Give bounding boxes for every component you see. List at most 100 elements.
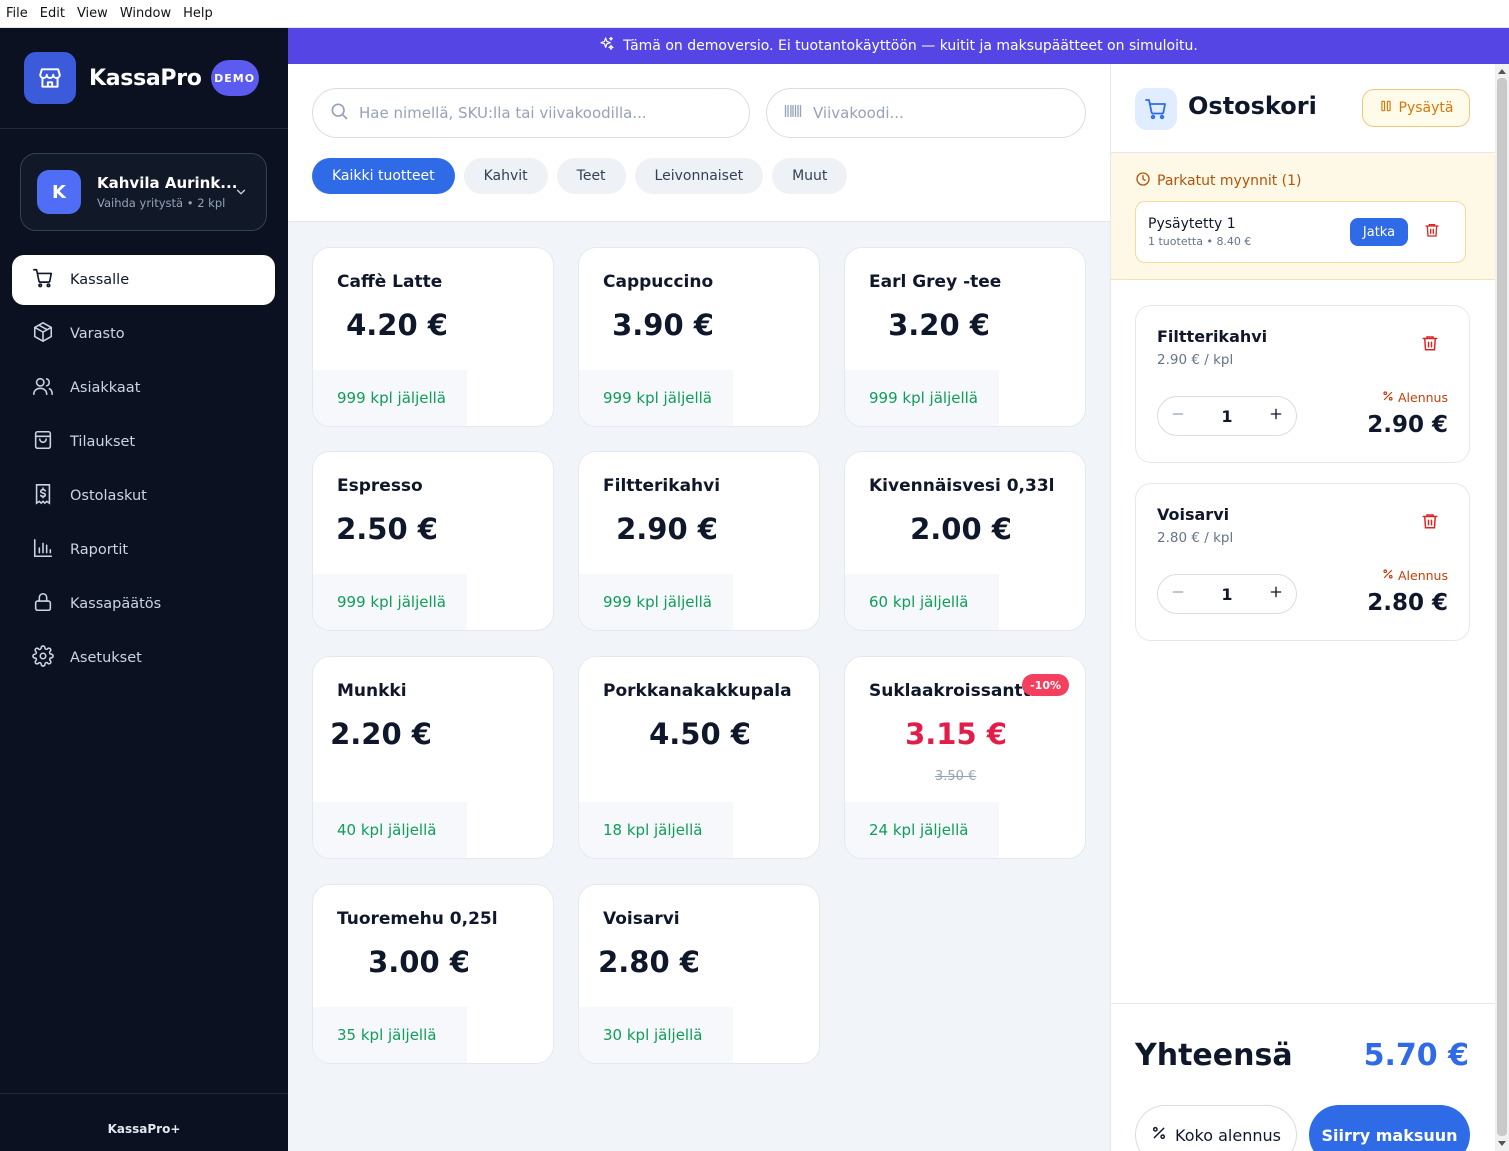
product-name: Munkki bbox=[337, 681, 407, 701]
product-card[interactable]: Tuoremehu 0,25l 3.00 € 35 kpl jäljellä bbox=[312, 884, 554, 1064]
sidebar-item-label: Ostolaskut bbox=[70, 488, 147, 504]
sidebar-item-asetukset[interactable]: Asetukset bbox=[12, 633, 275, 683]
product-stock: 35 kpl jäljellä bbox=[313, 1007, 467, 1063]
cart-icon bbox=[1135, 88, 1177, 130]
menu-help[interactable]: Help bbox=[183, 6, 213, 21]
sidebar-item-raportit[interactable]: Raportit bbox=[12, 525, 275, 575]
total-label: Yhteensä bbox=[1135, 1038, 1293, 1073]
sparkles-icon bbox=[599, 36, 623, 56]
parked-title-text: Parkatut myynnit (1) bbox=[1157, 173, 1302, 189]
product-name: Suklaakroissantti bbox=[869, 681, 1037, 701]
product-price: 2.90 € bbox=[616, 512, 718, 546]
barcode-icon bbox=[783, 101, 803, 125]
pause-label: Pysäytä bbox=[1398, 100, 1454, 116]
product-stock: 60 kpl jäljellä bbox=[845, 574, 999, 630]
barcode-box[interactable] bbox=[766, 88, 1086, 138]
category-kahvit[interactable]: Kahvit bbox=[463, 158, 548, 194]
scrollbar[interactable] bbox=[1495, 64, 1509, 1151]
product-card[interactable]: Munkki 2.20 € 40 kpl jäljellä bbox=[312, 656, 554, 859]
menu-view[interactable]: View bbox=[77, 6, 108, 21]
resume-button[interactable]: Jatka bbox=[1350, 218, 1408, 246]
category-teet[interactable]: Teet bbox=[556, 158, 626, 194]
banner-text: Tämä on demoversio. Ei tuotantokäyttöön … bbox=[623, 38, 1198, 54]
chevron-down-icon bbox=[234, 184, 248, 203]
trash-icon[interactable] bbox=[1421, 334, 1439, 356]
sidebar-item-kassapaatos[interactable]: Kassapäätös bbox=[12, 579, 275, 629]
minus-icon[interactable] bbox=[1170, 584, 1186, 604]
product-name: Espresso bbox=[337, 476, 423, 496]
sidebar-item-label: Kassapäätös bbox=[70, 596, 162, 612]
product-card[interactable]: Voisarvi 2.80 € 30 kpl jäljellä bbox=[578, 884, 820, 1064]
plus-icon[interactable] bbox=[1268, 406, 1284, 426]
cart-panel: Ostoskori Pysäytä Parkatut myynnit (1) P… bbox=[1110, 64, 1496, 1151]
category-muut[interactable]: Muut bbox=[772, 158, 848, 194]
trash-icon[interactable] bbox=[1424, 222, 1440, 242]
scroll-down-arrow-icon[interactable] bbox=[1495, 1137, 1509, 1151]
company-switcher[interactable]: K Kahvila Aurink... Vaihda yritystä • 2 … bbox=[20, 153, 267, 231]
bar-chart-icon bbox=[32, 537, 54, 563]
product-card[interactable]: Espresso 2.50 € 999 kpl jäljellä bbox=[312, 451, 554, 631]
product-card[interactable]: Cappuccino 3.90 € 999 kpl jäljellä bbox=[578, 247, 820, 427]
parked-sale-item: Pysäytetty 1 1 tuotetta • 8.40 € Jatka bbox=[1135, 201, 1466, 263]
company-name: Kahvila Aurink... bbox=[97, 174, 238, 192]
discount-link[interactable]: Alennus bbox=[1382, 390, 1448, 405]
product-card[interactable]: Earl Grey -tee 3.20 € 999 kpl jäljellä bbox=[844, 247, 1086, 427]
product-price: 2.50 € bbox=[336, 512, 438, 546]
percent-icon bbox=[1382, 390, 1398, 405]
product-price: 3.15 € bbox=[905, 717, 1007, 751]
quantity-value: 1 bbox=[1221, 406, 1233, 426]
sidebar-item-asiakkaat[interactable]: Asiakkaat bbox=[12, 363, 275, 413]
users-icon bbox=[32, 375, 54, 401]
sidebar-divider bbox=[0, 1093, 288, 1094]
product-card[interactable]: Suklaakroissantti -10% 3.15 € 3.50 € 24 … bbox=[844, 656, 1086, 859]
product-toolbar: Kaikki tuotteet Kahvit Teet Leivonnaiset… bbox=[288, 64, 1110, 222]
sidebar-divider bbox=[0, 128, 288, 129]
search-box[interactable] bbox=[312, 88, 750, 138]
product-stock: 999 kpl jäljellä bbox=[313, 574, 467, 630]
product-card[interactable]: Filtterikahvi 2.90 € 999 kpl jäljellä bbox=[578, 451, 820, 631]
sidebar-item-kassalle[interactable]: Kassalle bbox=[12, 255, 275, 305]
trash-icon[interactable] bbox=[1421, 512, 1439, 534]
cart-line-name: Voisarvi bbox=[1157, 505, 1230, 524]
cart-icon bbox=[32, 267, 54, 293]
barcode-input[interactable] bbox=[813, 104, 1073, 122]
product-card[interactable]: Kivennäisvesi 0,33l 2.00 € 60 kpl jäljel… bbox=[844, 451, 1086, 631]
search-icon bbox=[329, 101, 349, 125]
menu-edit[interactable]: Edit bbox=[40, 6, 65, 21]
parked-sale-name: Pysäytetty 1 bbox=[1148, 216, 1236, 232]
scroll-up-arrow-icon[interactable] bbox=[1495, 64, 1509, 78]
menu-window[interactable]: Window bbox=[120, 6, 171, 21]
cart-line: Voisarvi 2.80 € / kpl 1 Alennus 2.80 € bbox=[1135, 483, 1470, 641]
pause-icon bbox=[1379, 99, 1399, 117]
category-tabs: Kaikki tuotteet Kahvit Teet Leivonnaiset… bbox=[312, 158, 856, 194]
sidebar-item-ostolaskut[interactable]: Ostolaskut bbox=[12, 471, 275, 521]
product-name: Kivennäisvesi 0,33l bbox=[869, 476, 1055, 496]
category-leivonnaiset[interactable]: Leivonnaiset bbox=[634, 158, 764, 194]
scrollbar-thumb[interactable] bbox=[1497, 78, 1507, 1136]
product-stock: 999 kpl jäljellä bbox=[579, 370, 733, 426]
category-all[interactable]: Kaikki tuotteet bbox=[312, 158, 455, 194]
search-input[interactable] bbox=[359, 104, 719, 122]
discount-all-button[interactable]: Koko alennus bbox=[1135, 1105, 1297, 1151]
percent-icon bbox=[1382, 568, 1398, 583]
product-card[interactable]: Porkkanakakkupala 4.50 € 18 kpl jäljellä bbox=[578, 656, 820, 859]
product-price: 3.90 € bbox=[612, 308, 714, 342]
pause-sale-button[interactable]: Pysäytä bbox=[1362, 89, 1470, 127]
product-card[interactable]: Caffè Latte 4.20 € 999 kpl jäljellä bbox=[312, 247, 554, 427]
product-name: Cappuccino bbox=[603, 272, 714, 292]
company-sub: Vaihda yritystä • 2 kpl bbox=[97, 196, 226, 210]
minus-icon[interactable] bbox=[1170, 406, 1186, 426]
demo-banner: Tämä on demoversio. Ei tuotantokäyttöön … bbox=[288, 28, 1509, 64]
plus-icon[interactable] bbox=[1268, 584, 1284, 604]
cart-line-total: 2.80 € bbox=[1367, 590, 1448, 616]
product-price: 2.80 € bbox=[598, 945, 700, 979]
sidebar-item-tilaukset[interactable]: Tilaukset bbox=[12, 417, 275, 467]
discount-link[interactable]: Alennus bbox=[1382, 568, 1448, 583]
checkout-button[interactable]: Siirry maksuun bbox=[1309, 1105, 1470, 1151]
cart-line: Filtterikahvi 2.90 € / kpl 1 Alennus 2.9… bbox=[1135, 305, 1470, 463]
parked-sales: Parkatut myynnit (1) Pysäytetty 1 1 tuot… bbox=[1111, 153, 1496, 280]
menu-file[interactable]: File bbox=[6, 6, 28, 21]
sidebar-item-varasto[interactable]: Varasto bbox=[12, 309, 275, 359]
product-stock: 30 kpl jäljellä bbox=[579, 1007, 733, 1063]
brand-name: KassaPro bbox=[89, 65, 202, 91]
